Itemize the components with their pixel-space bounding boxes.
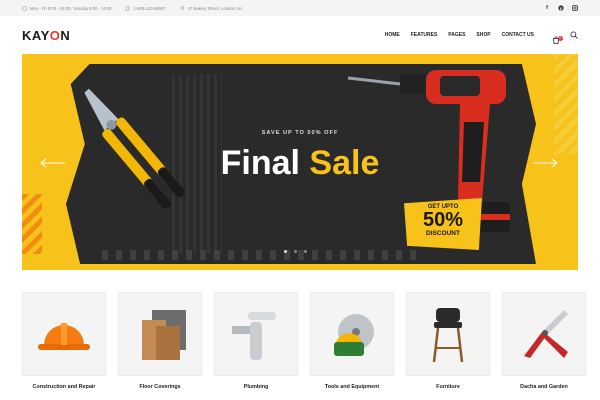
category-label[interactable]: Furniture (406, 384, 490, 390)
slider-dots (284, 250, 307, 253)
category-label[interactable]: Plumbing (214, 384, 298, 390)
badge-bottom-text: DISCOUNT (426, 230, 460, 237)
bar-stool-icon (432, 308, 464, 363)
category-label[interactable]: Dacha and Garden (502, 384, 586, 390)
category-label[interactable]: Construction and Repair (22, 384, 106, 390)
pruner-icon (524, 310, 568, 358)
hazard-stripes-right (554, 54, 578, 154)
category-card[interactable]: Plumbing (214, 292, 298, 390)
floor-tiles-icon (142, 310, 186, 360)
slider-dot-3[interactable] (304, 250, 307, 253)
category-image[interactable] (214, 292, 298, 376)
nav-shop[interactable]: SHOP (476, 32, 490, 38)
arrow-left-icon[interactable] (40, 158, 66, 168)
faucet-icon (232, 312, 276, 360)
nav-features[interactable]: FEATURES (411, 32, 438, 38)
slider-dot-2[interactable] (294, 250, 297, 253)
hero-title: Final Sale (22, 144, 578, 183)
hours-text: Mon - Fri 9:00 - 18:00 / Sunday 8:00 - 1… (30, 5, 112, 11)
category-label[interactable]: Floor Coverings (118, 384, 202, 390)
slider-dot-1[interactable] (284, 250, 287, 253)
hours-info: Mon - Fri 9:00 - 18:00 / Sunday 8:00 - 1… (22, 6, 111, 11)
location-pin-icon (180, 5, 184, 10)
address-text: 47 Bakery Street, London UK (187, 5, 243, 11)
main-nav: HOME FEATURES PAGES SHOP CONTACT US (385, 32, 534, 38)
facebook-icon[interactable]: f (544, 5, 550, 11)
header-icons: 0 (552, 31, 578, 44)
cart-button[interactable]: 0 (552, 31, 563, 44)
social-links: f p (544, 5, 578, 11)
category-card[interactable]: Tools and Equipment (310, 292, 394, 390)
badge-value: 50% (422, 209, 464, 231)
hazard-stripes-left (22, 194, 42, 254)
category-card[interactable]: Dacha and Garden (502, 292, 586, 390)
search-icon[interactable] (570, 31, 578, 39)
phone-icon (126, 5, 130, 11)
hero-slider: SAVE UP TO 50% OFF Final Sale GET UPTO 5… (22, 54, 578, 270)
category-image[interactable] (502, 292, 586, 376)
hero-title-yellow: Sale (309, 144, 380, 182)
logo-o: O (49, 27, 61, 43)
nav-home[interactable]: HOME (385, 32, 400, 38)
site-header: KAY O N HOME FEATURES PAGES SHOP CONTACT U… (0, 16, 600, 54)
category-image[interactable] (118, 292, 202, 376)
hero-title-white: Final (220, 144, 300, 182)
discount-badge: GET UPTO 50% DISCOUNT (404, 198, 482, 250)
category-image[interactable] (310, 292, 394, 376)
hard-hat-icon (38, 323, 90, 350)
logo-text-start: KAY (22, 27, 50, 43)
category-list: Construction and Repair Floor Coverings … (22, 292, 586, 390)
pinterest-icon[interactable]: p (558, 5, 564, 11)
top-info-bar: Mon - Fri 9:00 - 18:00 / Sunday 8:00 - 1… (0, 0, 600, 16)
phone-text[interactable]: 1-800-123-56587 (133, 6, 165, 11)
site-logo[interactable]: KAY O N (22, 28, 70, 43)
arrow-right-icon[interactable] (532, 158, 558, 168)
category-card[interactable]: Construction and Repair (22, 292, 106, 390)
instagram-icon[interactable] (572, 5, 578, 11)
clock-icon (22, 5, 27, 11)
category-image[interactable] (22, 292, 106, 376)
category-card[interactable]: Floor Coverings (118, 292, 202, 390)
category-card[interactable]: Furniture (406, 292, 490, 390)
phone-info[interactable]: 1-800-123-56587 (125, 5, 166, 11)
hero-subtitle: SAVE UP TO 50% OFF (261, 130, 339, 136)
nav-pages[interactable]: PAGES (448, 32, 465, 38)
saw-blade-icon (334, 314, 374, 356)
category-image[interactable] (406, 292, 490, 376)
nav-contact-us[interactable]: CONTACT US (502, 32, 534, 38)
cart-count-badge: 0 (558, 36, 563, 41)
category-label[interactable]: Tools and Equipment (310, 384, 394, 390)
logo-text-end: N (60, 27, 71, 43)
address-info: 47 Bakery Street, London UK (180, 6, 242, 11)
